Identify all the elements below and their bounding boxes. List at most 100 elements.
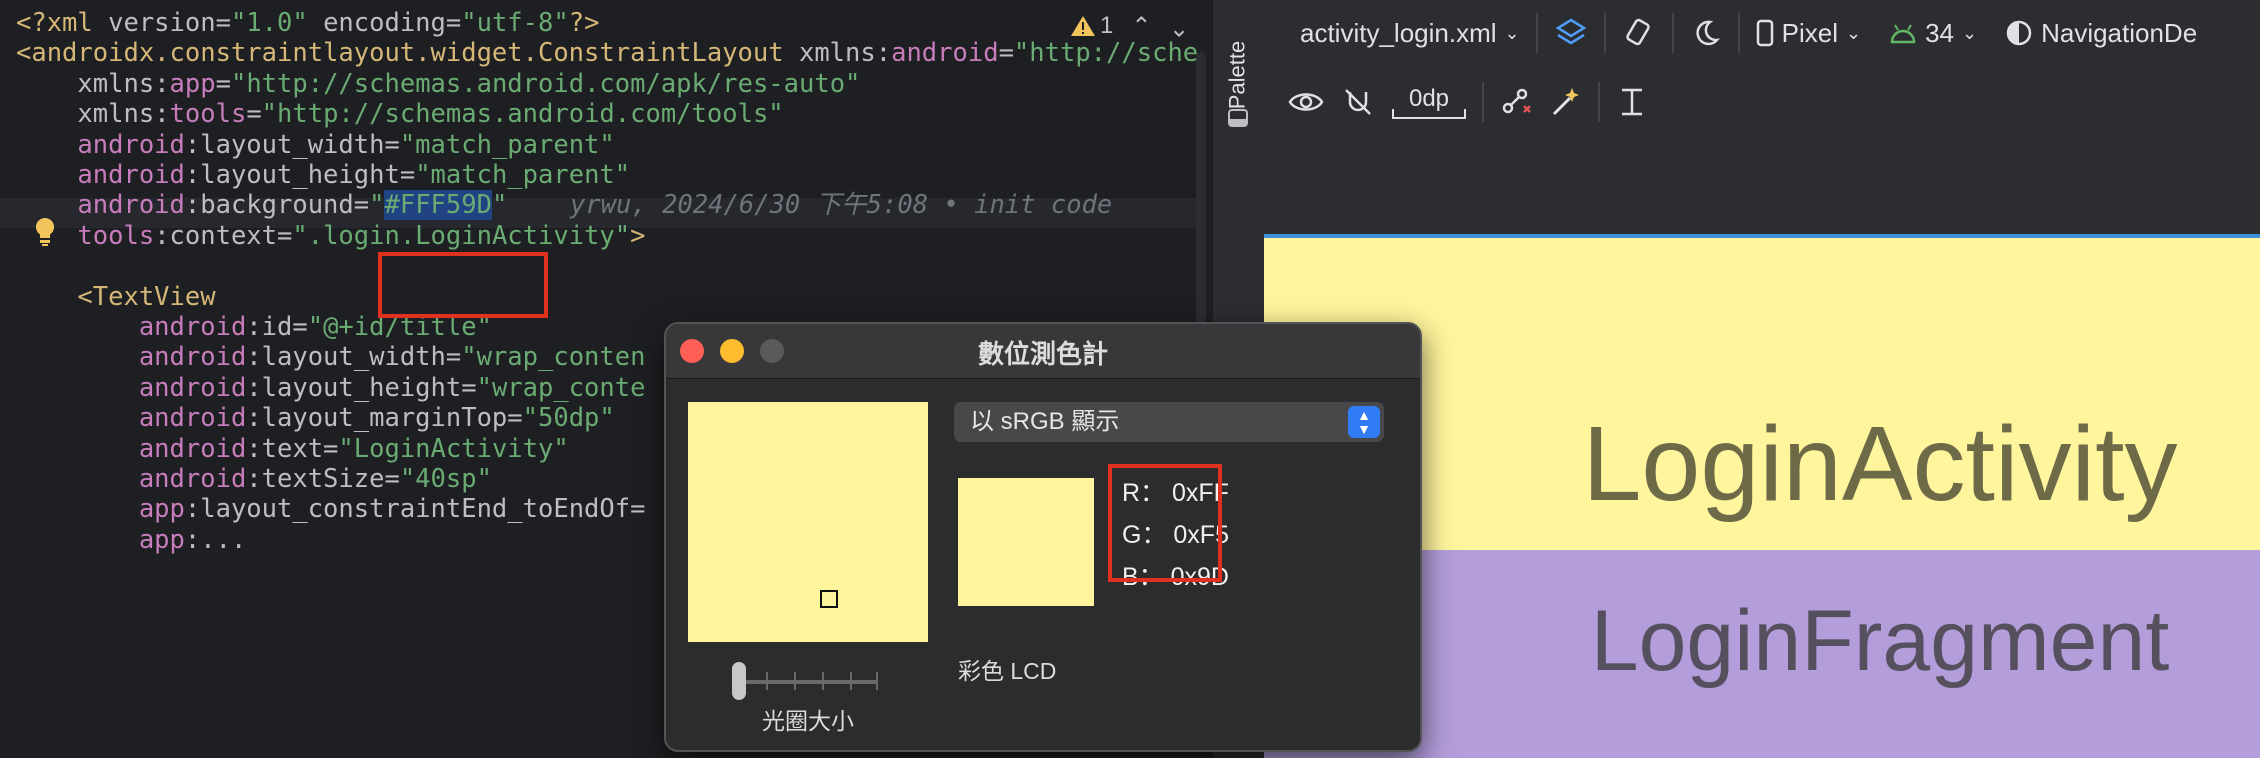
slider-tick (766, 672, 768, 690)
code-token: "wrap_conte (476, 372, 646, 403)
aperture-slider-track[interactable] (738, 680, 878, 684)
digital-color-meter-window[interactable]: 數位測色計 光圈大小 以 sRGB 顯示 ▲ ▼ 彩色 LCD R： 0xFF G… (664, 322, 1422, 752)
display-mode-select[interactable]: 以 sRGB 顯示 ▲ ▼ (954, 402, 1384, 442)
chevron-down-icon: ⌄ (1845, 22, 1862, 43)
code-token: :layout_width= (246, 342, 462, 373)
warning-indicator[interactable]: 1 (1070, 12, 1113, 40)
code-token: :layout_height= (246, 372, 477, 403)
code-token: :layout_constraintEnd_toEndOf= (184, 494, 646, 525)
code-line[interactable]: android:textSize="40sp" (16, 464, 492, 494)
chevron-down-icon: ⌄ (1504, 22, 1520, 43)
code-token: : (154, 68, 170, 99)
window-titlebar[interactable]: 數位測色計 (666, 324, 1420, 379)
file-selector[interactable]: activity_login.xml ⌄ (1300, 18, 1520, 49)
login-activity-textview[interactable]: LoginActivity (1500, 404, 2260, 525)
code-line[interactable]: android:layout_marginTop="50dp" (16, 403, 615, 433)
theme-name: NavigationDe (2041, 17, 2198, 48)
chevron-up-icon[interactable]: ⌃ (1131, 12, 1151, 41)
code-line[interactable]: android:layout_height="wrap_conte (16, 372, 646, 403)
code-token: "wrap_conten (461, 342, 646, 373)
code-line[interactable]: android:text="LoginActivity" (16, 434, 569, 464)
code-line[interactable]: app:layout_constraintEnd_toEndOf= (16, 494, 646, 525)
code-token: ".login.LoginActivity" (292, 220, 631, 251)
android-icon (1890, 24, 1916, 44)
palette-icon (1228, 109, 1248, 127)
code-token: "http://schemas.android.com/apk/res-auto… (230, 68, 861, 99)
code-token: :layout_marginTop= (246, 403, 523, 434)
night-mode-icon[interactable] (1690, 17, 1722, 49)
code-token: :background= (184, 190, 370, 221)
code-line[interactable]: <?xml version="1.0" encoding="utf-8"?> (16, 8, 599, 38)
code-line[interactable]: xmlns:app="http://schemas.android.com/ap… (16, 69, 860, 99)
highlight-box-rgb (1108, 464, 1222, 582)
login-fragment-textview[interactable]: LoginFragment (1500, 592, 2260, 691)
eye-icon[interactable] (1288, 88, 1324, 116)
magnet-off-icon[interactable] (1342, 86, 1374, 118)
code-token: app (138, 494, 185, 525)
code-token: :id= (246, 312, 308, 342)
code-line[interactable]: app:... (16, 525, 246, 555)
code-line[interactable]: android:background="#FFF59D" (16, 190, 507, 221)
code-token: = (445, 8, 462, 38)
lcd-label: 彩色 LCD (958, 658, 1057, 684)
code-line[interactable]: android:layout_height="match_parent" (16, 160, 630, 190)
code-token: "match_parent" (399, 129, 615, 160)
highlight-box-color-value (378, 252, 548, 318)
file-name: activity_login.xml (1300, 17, 1497, 48)
code-line[interactable]: <TextView (16, 281, 216, 312)
guidelines-icon[interactable] (1616, 86, 1648, 118)
slider-tick (794, 672, 796, 690)
lightbulb-icon[interactable] (34, 217, 56, 247)
code-token: <TextView (77, 281, 216, 312)
code-token: "http://schemas.android.com/tools" (261, 99, 784, 130)
code-token: :... (184, 524, 247, 555)
code-token: version (108, 8, 216, 38)
code-line[interactable]: android:layout_width="wrap_conten (16, 342, 646, 373)
code-line[interactable]: android:layout_width="match_parent" (16, 129, 615, 160)
orientation-icon[interactable] (1622, 16, 1656, 50)
divider (1482, 82, 1484, 122)
aperture-crosshair (820, 590, 838, 608)
code-line[interactable]: tools:context=".login.LoginActivity"> (16, 221, 645, 251)
device-selector[interactable]: Pixel ⌄ (1756, 18, 1861, 49)
code-token: android (138, 372, 247, 403)
slider-tick (822, 672, 824, 690)
design-toolbar: activity_login.xml ⌄ Pixel ⌄ 34 ⌄ Navigatio… (1264, 0, 2260, 66)
default-margin-selector[interactable]: 0dp (1392, 85, 1466, 119)
magic-wand-icon[interactable] (1550, 86, 1582, 118)
code-token: :textSize= (246, 464, 400, 494)
code-token: "50dp" (522, 403, 615, 434)
code-token: <?xml (16, 8, 109, 38)
aperture-slider-knob[interactable] (732, 662, 746, 700)
code-token: tools (169, 99, 247, 130)
code-line[interactable]: <androidx.constraintlayout.widget.Constr… (16, 38, 1198, 68)
slider-tick (876, 672, 878, 690)
palette-label: Palette (1224, 40, 1249, 110)
layers-icon[interactable] (1554, 16, 1588, 50)
code-token: "match_parent" (415, 160, 631, 190)
code-token: app (169, 68, 216, 99)
design-sub-toolbar: 0dp (1264, 66, 2260, 139)
phone-icon (1756, 19, 1773, 47)
code-line[interactable]: xmlns:tools="http://schemas.android.com/… (16, 99, 784, 130)
editor-inspection-widget[interactable]: 1 ⌃ ⌃ (1070, 8, 1190, 44)
api-level-selector[interactable]: 34 ⌄ (1889, 18, 1977, 49)
chevron-down-icon[interactable]: ⌃ (1169, 12, 1189, 41)
warning-icon (1071, 16, 1095, 36)
display-mode-value: 以 sRGB 顯示 (970, 408, 1120, 435)
divider (1535, 13, 1538, 53)
theme-selector[interactable]: NavigationDe (2005, 18, 2197, 49)
chevron-down-icon: ⌄ (1961, 22, 1978, 43)
clear-constraints-icon[interactable] (1500, 86, 1534, 118)
color-swatch (958, 478, 1094, 606)
divider (1671, 13, 1674, 53)
code-token: = (246, 99, 262, 130)
